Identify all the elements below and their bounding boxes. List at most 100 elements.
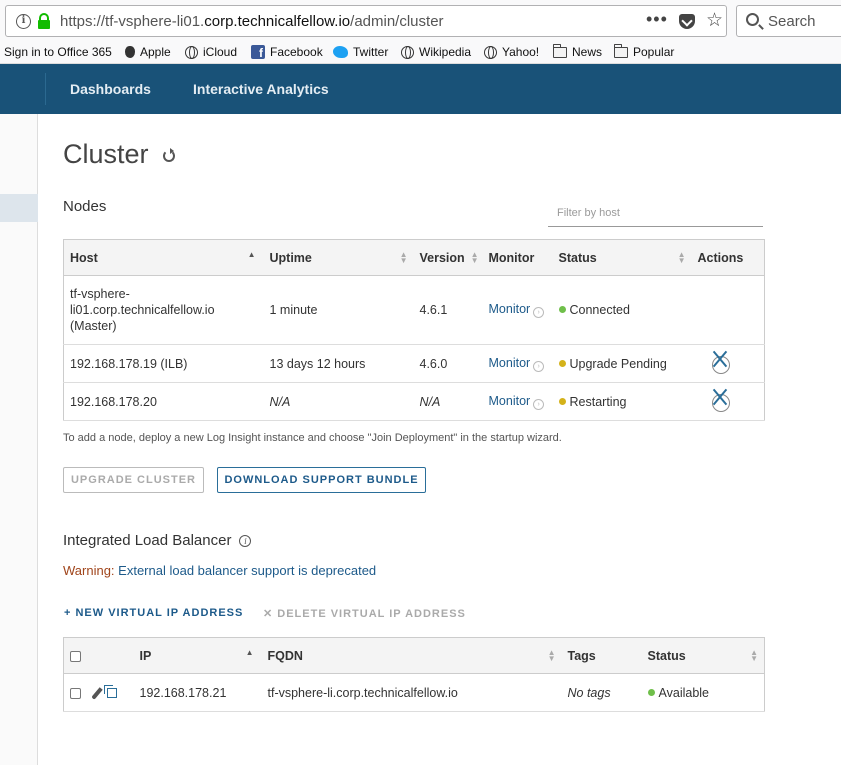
- delete-virtual-ip-button[interactable]: ✕ DELETE VIRTUAL IP ADDRESS: [263, 607, 466, 620]
- status-cell: Restarting: [552, 382, 692, 421]
- col-host[interactable]: Host ▲: [63, 239, 264, 276]
- pocket-icon[interactable]: [679, 14, 695, 29]
- page-title: Cluster: [63, 139, 149, 169]
- table-row: tf-vsphere-li01.corp.technicalfellow.io(…: [63, 275, 765, 345]
- uptime-cell: N/A: [263, 382, 414, 421]
- info-icon[interactable]: i: [239, 535, 252, 547]
- lock-icon: [38, 13, 50, 29]
- actions-cell: [691, 275, 765, 345]
- bookmark-twitter[interactable]: Twitter: [333, 45, 388, 59]
- filter-by-host-input[interactable]: [548, 200, 763, 227]
- host-link[interactable]: 192.168.178.19 (ILB): [63, 344, 264, 383]
- url-text[interactable]: https://tf-vsphere-li01.corp.technicalfe…: [60, 13, 444, 30]
- col-ip[interactable]: IP ▲: [133, 637, 262, 674]
- ilb-warning: Warning: External load balancer support …: [63, 563, 377, 578]
- host-link[interactable]: tf-vsphere-li01.corp.technicalfellow.io(…: [63, 275, 264, 345]
- upgrade-cluster-button[interactable]: UPGRADE CLUSTER: [63, 467, 204, 493]
- col-version[interactable]: Version ▲ ▼: [413, 239, 483, 276]
- select-all-checkbox[interactable]: [70, 650, 81, 662]
- bookmark-star-icon[interactable]: ☆: [706, 9, 723, 32]
- apple-icon: [125, 46, 135, 58]
- folder-icon: [553, 43, 567, 58]
- version-cell: 4.6.0: [413, 344, 483, 383]
- refresh-icon[interactable]: [163, 148, 175, 162]
- bookmark-wikipedia[interactable]: Wikipedia: [401, 45, 471, 59]
- status-dot-icon: [558, 359, 566, 367]
- col-status[interactable]: Status ▲ ▼: [552, 239, 692, 276]
- site-info-icon[interactable]: i: [16, 14, 31, 29]
- deprecation-link[interactable]: External load balancer support is deprec…: [118, 563, 376, 578]
- folder-icon: [614, 43, 628, 58]
- version-cell: N/A: [413, 382, 483, 421]
- col-actions: Actions: [691, 239, 765, 276]
- nav-dashboards[interactable]: Dashboards: [70, 81, 151, 97]
- actions-cell: [691, 344, 765, 383]
- bookmark-facebook[interactable]: f Facebook: [251, 45, 323, 60]
- tags-cell: No tags: [561, 673, 642, 712]
- add-node-hint: To add a node, deploy a new Log Insight …: [63, 432, 562, 444]
- bookmark-news[interactable]: News: [553, 43, 602, 59]
- status-dot-icon: [558, 397, 566, 405]
- bookmark-popular[interactable]: Popular: [614, 43, 674, 59]
- twitter-icon: [333, 46, 348, 58]
- arrow-right-icon: ›: [533, 307, 545, 318]
- browser-toolbar: i https://tf-vsphere-li01.corp.technical…: [0, 0, 841, 42]
- arrow-right-icon: ›: [533, 360, 545, 372]
- col-tags: Tags: [561, 637, 642, 674]
- nav-interactive-analytics[interactable]: Interactive Analytics: [193, 81, 329, 97]
- globe-icon: [401, 45, 414, 59]
- new-virtual-ip-button[interactable]: + NEW VIRTUAL IP ADDRESS: [64, 607, 243, 619]
- download-support-bundle-button[interactable]: DOWNLOAD SUPPORT BUNDLE: [217, 467, 426, 493]
- sort-icon: ▲ ▼: [750, 648, 758, 663]
- col-select: [63, 637, 134, 674]
- col-status[interactable]: Status ▲ ▼: [641, 637, 765, 674]
- edit-pencil-icon[interactable]: [91, 686, 103, 700]
- monitor-cell[interactable]: Monitor ›: [482, 275, 553, 345]
- sort-icon: ▲ ▼: [399, 250, 408, 265]
- remove-node-icon[interactable]: [711, 394, 730, 412]
- sort-asc-icon: ▲: [247, 250, 256, 259]
- sort-icon: ▲ ▼: [470, 250, 479, 265]
- admin-sidebar: [0, 114, 38, 765]
- nodes-title: Nodes: [63, 198, 107, 215]
- address-bar[interactable]: i https://tf-vsphere-li01.corp.technical…: [5, 5, 727, 37]
- ip-cell: 192.168.178.21: [133, 673, 262, 712]
- sort-icon: ▲ ▼: [547, 648, 556, 663]
- version-cell: 4.6.1: [413, 275, 483, 345]
- page-actions-icon[interactable]: •••: [646, 9, 668, 30]
- fqdn-cell: tf-vsphere-li.corp.technicalfellow.io: [261, 673, 562, 712]
- col-uptime[interactable]: Uptime ▲ ▼: [263, 239, 414, 276]
- table-row: 192.168.178.20 N/A N/A Monitor › Restarti…: [63, 382, 765, 421]
- remove-node-icon[interactable]: [711, 356, 730, 374]
- facebook-icon: f: [251, 45, 265, 60]
- search-placeholder: Search: [768, 13, 816, 30]
- monitor-link[interactable]: Monitor: [489, 356, 531, 370]
- bookmark-icloud[interactable]: iCloud: [185, 45, 237, 59]
- bookmark-office365[interactable]: Sign in to Office 365: [4, 45, 112, 59]
- uptime-cell: 1 minute: [263, 275, 414, 345]
- sort-asc-icon: ▲: [245, 648, 254, 657]
- monitor-cell[interactable]: Monitor ›: [482, 344, 553, 383]
- sidebar-item-selected[interactable]: [0, 194, 38, 222]
- search-icon: [746, 13, 759, 26]
- row-controls: [63, 673, 134, 712]
- arrow-right-icon: ›: [533, 398, 545, 410]
- table-row: 192.168.178.19 (ILB) 13 days 12 hours 4.…: [63, 344, 765, 383]
- bookmark-yahoo[interactable]: Yahoo!: [484, 45, 539, 59]
- search-bar[interactable]: Search: [736, 5, 841, 37]
- monitor-cell[interactable]: Monitor ›: [482, 382, 553, 421]
- col-monitor: Monitor: [482, 239, 553, 276]
- bookmark-apple[interactable]: Apple: [125, 45, 171, 59]
- uptime-cell: 13 days 12 hours: [263, 344, 414, 383]
- nodes-table: Host ▲ Uptime ▲ ▼ Version ▲ ▼ Monitor Status ▲…: [63, 239, 765, 421]
- nav-divider: [45, 73, 46, 105]
- status-cell: Available: [641, 673, 765, 712]
- status-dot-icon: [558, 306, 566, 313]
- monitor-link[interactable]: Monitor: [489, 394, 531, 408]
- row-checkbox[interactable]: [70, 687, 81, 699]
- status-cell: Upgrade Pending: [552, 344, 692, 383]
- monitor-link[interactable]: Monitor: [489, 302, 531, 316]
- host-link[interactable]: 192.168.178.20: [63, 382, 264, 421]
- copy-icon[interactable]: [104, 685, 117, 699]
- col-fqdn[interactable]: FQDN ▲ ▼: [261, 637, 562, 674]
